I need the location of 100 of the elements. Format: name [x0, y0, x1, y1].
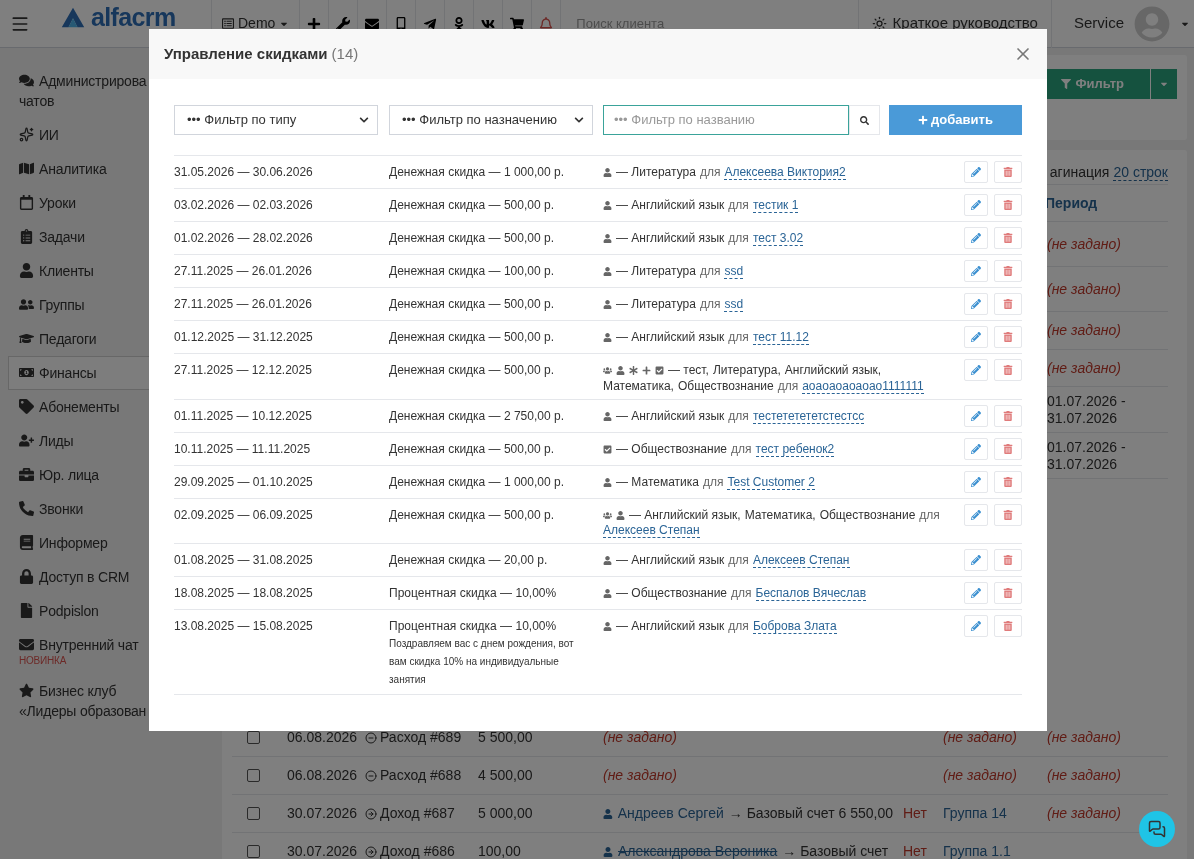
- sidebar-item[interactable]: Бизнес клуб «Лидеры образован: [8, 674, 208, 728]
- client-link[interactable]: Андреев Сергей: [617, 803, 724, 824]
- subject-text: — Английский язык: [616, 329, 725, 345]
- row-checkbox[interactable]: [247, 769, 260, 782]
- edit-button[interactable]: [964, 293, 988, 315]
- delete-button[interactable]: [994, 227, 1022, 249]
- discount-cell-text: Денежная скидка — 100,00 р.: [389, 263, 555, 279]
- chevron-icon: [574, 115, 584, 125]
- edit-button[interactable]: [964, 194, 988, 216]
- file-icon: [19, 603, 34, 618]
- trash-icon: [1003, 233, 1013, 243]
- edit-button[interactable]: [964, 161, 988, 183]
- delete-button[interactable]: [994, 615, 1022, 637]
- subject-text: — Английский язык,: [629, 507, 741, 523]
- edit-button[interactable]: [964, 504, 988, 526]
- client-link[interactable]: Боброва Злата: [752, 618, 837, 634]
- logo-text: alfacrm: [91, 7, 176, 27]
- client-link[interactable]: ssd: [724, 296, 744, 312]
- operation-link[interactable]: Расход #689: [380, 727, 462, 748]
- period-cell-text: (не задано): [1046, 280, 1122, 298]
- discount-cell-text: Денежная скидка — 20,00 р.: [389, 552, 549, 568]
- delete-button[interactable]: [994, 582, 1022, 604]
- add-button[interactable]: добавить: [889, 105, 1022, 135]
- delete-button[interactable]: [994, 194, 1022, 216]
- operation-link[interactable]: Доход #686: [380, 841, 455, 859]
- client-link[interactable]: тест 3.02: [752, 230, 804, 246]
- edit-button[interactable]: [964, 471, 988, 493]
- discount-cell-text: Денежная скидка — 500,00 р.: [389, 296, 555, 312]
- client-link[interactable]: Алексеев Степан: [603, 523, 700, 538]
- client-link[interactable]: Александрова Вероника: [618, 841, 778, 859]
- client-link[interactable]: Беспалов Вячеслав: [755, 585, 867, 601]
- purpose-filter-select[interactable]: ••• Фильтр по назначению: [389, 105, 593, 135]
- type-filter-select[interactable]: ••• Фильтр по типу: [174, 105, 378, 135]
- name-filter-field[interactable]: ••• Фильтр по названию: [603, 105, 849, 135]
- for-text: для: [728, 552, 749, 568]
- person-icon: [603, 332, 612, 342]
- period-cell: (не задано): [1047, 729, 1121, 745]
- row-checkbox[interactable]: [247, 845, 260, 858]
- pencil-icon: [971, 555, 981, 565]
- banknote-icon: [19, 365, 34, 380]
- payer-cell-text: (не задано): [603, 728, 677, 747]
- edit-button[interactable]: [964, 260, 988, 282]
- edit-button[interactable]: [964, 582, 988, 604]
- client-link[interactable]: тестететететстестсс: [752, 408, 865, 424]
- client-link[interactable]: тест ребенок2: [755, 441, 835, 457]
- book-icon: [19, 535, 34, 550]
- person-icon: [603, 233, 612, 243]
- edit-button[interactable]: [964, 615, 988, 637]
- client-link[interactable]: Алексеев Степан: [752, 552, 850, 568]
- delete-button[interactable]: [994, 504, 1022, 526]
- discount-cell-text: Денежная скидка — 1 000,00 р.: [389, 164, 565, 180]
- delete-button[interactable]: [994, 471, 1022, 493]
- wrench-icon: [336, 16, 351, 31]
- edit-button[interactable]: [964, 227, 988, 249]
- edit-button[interactable]: [964, 326, 988, 348]
- discount-cell-text: Процентная скидка — 10,00%: [389, 585, 558, 601]
- row-checkbox[interactable]: [247, 807, 260, 820]
- delete-button[interactable]: [994, 293, 1022, 315]
- delete-button[interactable]: [994, 260, 1022, 282]
- delete-button[interactable]: [994, 549, 1022, 571]
- edit-button[interactable]: [964, 359, 988, 381]
- delete-button[interactable]: [994, 405, 1022, 427]
- amount-cell-text: 4 500,00: [478, 766, 534, 785]
- client-link[interactable]: тест 11.12: [752, 329, 809, 345]
- map-icon: [19, 161, 34, 176]
- minus-circle-icon: [365, 769, 377, 782]
- delete-button[interactable]: [994, 161, 1022, 183]
- group-cell[interactable]: Группа 1.1: [943, 843, 1011, 859]
- row-checkbox[interactable]: [247, 731, 260, 744]
- operation-link[interactable]: Расход #688: [380, 765, 462, 786]
- subject-text: — Литература: [616, 263, 696, 279]
- client-link[interactable]: Test Customer 2: [727, 474, 815, 490]
- delete-button[interactable]: [994, 359, 1022, 381]
- delete-button[interactable]: [994, 326, 1022, 348]
- arrow-circle-icon: [365, 845, 377, 858]
- subject-text: — Английский язык: [616, 197, 725, 213]
- period-cell-text: 10.11.2025 — 11.11.2025: [174, 441, 312, 457]
- client-link[interactable]: Алексеева Виктория2: [724, 164, 846, 180]
- sparkles-icon: [19, 127, 34, 142]
- chat-icon: [1148, 820, 1166, 838]
- sidebar-label: Внутренний чат: [39, 636, 139, 655]
- group-cell[interactable]: Группа 14: [943, 805, 1007, 821]
- edit-button[interactable]: [964, 549, 988, 571]
- period-cell-text: 27.11.2025 — 26.01.2026: [174, 263, 313, 279]
- chevron-icon: [359, 115, 369, 125]
- delete-button[interactable]: [994, 438, 1022, 460]
- edit-button[interactable]: [964, 438, 988, 460]
- client-link[interactable]: тестик 1: [752, 197, 799, 213]
- subject-text: — тест,: [668, 362, 709, 378]
- for-text: для: [919, 507, 940, 523]
- operation-link[interactable]: Доход #687: [380, 803, 455, 824]
- person-icon: [616, 365, 625, 375]
- cart-icon: [510, 16, 525, 31]
- period-cell-text: 01.07.2026 - 31.07.2026: [1046, 438, 1127, 473]
- pagination-link[interactable]: 20 строк: [1113, 163, 1168, 181]
- client-link[interactable]: аоаоаоаоаоао1111111: [802, 378, 924, 394]
- user-menu[interactable]: Service: [1050, 0, 1194, 48]
- search-button[interactable]: [849, 105, 880, 135]
- client-link[interactable]: ssd: [724, 263, 744, 279]
- edit-button[interactable]: [964, 405, 988, 427]
